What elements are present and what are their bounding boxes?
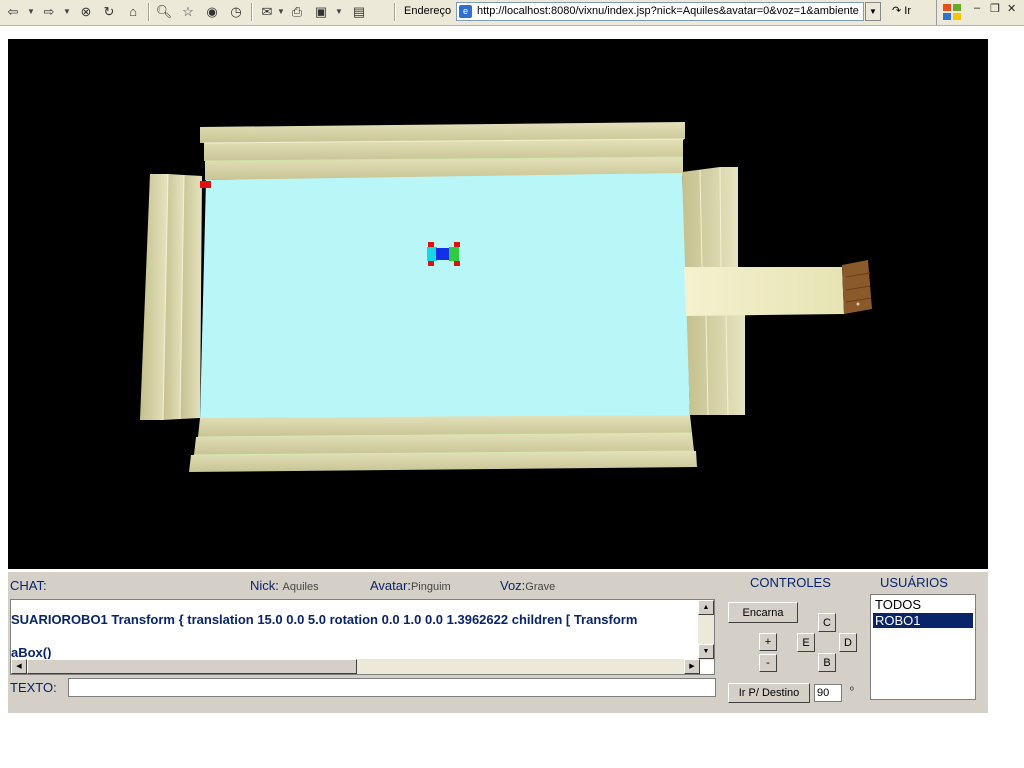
scroll-up-icon[interactable]: ▲ xyxy=(698,600,714,615)
texto-label: TEXTO: xyxy=(10,680,57,695)
back-icon[interactable]: ⇦ xyxy=(4,3,22,21)
voz-value: Grave xyxy=(525,581,556,593)
users-list[interactable]: TODOS ROBO1 xyxy=(870,594,976,700)
top-wall xyxy=(200,122,685,180)
discuss-icon[interactable]: ▤ xyxy=(350,3,368,21)
back-dropdown-icon[interactable]: ▼ xyxy=(27,3,35,21)
mail-icon[interactable]: ✉ xyxy=(258,3,276,21)
nick-label: Nick: xyxy=(250,578,279,593)
address-url[interactable]: http://localhost:8080/vixnu/index.jsp?ni… xyxy=(477,5,861,17)
go-to-destination-button[interactable]: Ir P/ Destino xyxy=(728,683,810,703)
move-left-button[interactable]: E xyxy=(797,633,815,652)
controls-label: CONTROLES xyxy=(750,575,831,590)
scene-canvas[interactable] xyxy=(8,39,988,569)
forward-icon[interactable]: ⇨ xyxy=(40,3,58,21)
favorites-icon[interactable]: ☆ xyxy=(179,3,197,21)
users-label: USUÁRIOS xyxy=(880,575,948,590)
home-icon[interactable]: ⌂ xyxy=(124,3,142,21)
page-icon: e xyxy=(459,5,472,18)
avatar-label: Avatar: xyxy=(370,578,411,593)
move-down-button[interactable]: B xyxy=(818,653,836,672)
history-icon[interactable]: ◷ xyxy=(227,3,245,21)
user-position-marker xyxy=(200,181,211,188)
refresh-icon[interactable]: ↻ xyxy=(100,3,118,21)
user-item-robo1[interactable]: ROBO1 xyxy=(873,613,973,628)
address-bar[interactable]: e http://localhost:8080/vixnu/index.jsp?… xyxy=(456,2,864,21)
texto-input[interactable] xyxy=(68,678,716,697)
degree-symbol: º xyxy=(850,686,854,697)
go-button[interactable]: ↷ Ir xyxy=(892,4,911,17)
stop-icon[interactable]: ⊗ xyxy=(77,3,95,21)
control-panel: CHAT: Nick: Aquiles Avatar:Pinguim Voz:G… xyxy=(8,572,988,713)
go-arrow-icon: ↷ xyxy=(892,5,902,17)
address-label: Endereço xyxy=(404,5,452,17)
vrml-3d-viewport[interactable] xyxy=(8,39,988,569)
toolbar-separator xyxy=(251,3,253,21)
move-up-button[interactable]: C xyxy=(818,613,836,632)
toolbar-separator xyxy=(148,3,150,21)
nick-info: Nick: Aquiles xyxy=(250,578,319,593)
media-icon[interactable]: ◉ xyxy=(203,3,221,21)
print-icon[interactable]: ⎙ xyxy=(288,3,306,21)
windows-logo-icon xyxy=(943,4,961,20)
zoom-in-button[interactable]: + xyxy=(759,633,777,651)
chat-log[interactable]: SUARIOROBO1 Transform { translation 15.0… xyxy=(10,599,715,675)
left-wall xyxy=(140,173,202,421)
browser-toolbar: ⇦ ▼ ⇨ ▼ ⊗ ↻ ⌂ 🔍︎ ☆ ◉ ◷ ✉ ▼ ⎙ ▣ ▼ ▤ Ender… xyxy=(0,0,1024,26)
edit-dropdown-icon[interactable]: ▼ xyxy=(335,3,343,21)
angle-input[interactable] xyxy=(814,684,842,702)
encarna-button[interactable]: Encarna xyxy=(728,602,798,623)
scroll-right-icon[interactable]: ▶ xyxy=(684,659,700,674)
scroll-down-icon[interactable]: ▼ xyxy=(698,644,714,659)
chat-label: CHAT: xyxy=(10,578,47,593)
scroll-thumb[interactable] xyxy=(27,659,357,674)
chat-horizontal-scrollbar[interactable]: ◀ ▶ xyxy=(11,659,700,674)
voz-info: Voz:Grave xyxy=(500,578,555,593)
scroll-left-icon[interactable]: ◀ xyxy=(11,659,27,674)
move-right-button[interactable]: D xyxy=(839,633,857,652)
bottom-wall xyxy=(189,415,697,472)
toolbar-separator xyxy=(394,3,396,21)
nick-value: Aquiles xyxy=(282,581,319,593)
chat-vertical-scrollbar[interactable]: ▲ ▼ xyxy=(698,600,714,660)
forward-dropdown-icon[interactable]: ▼ xyxy=(63,3,71,21)
wooden-door[interactable] xyxy=(842,260,872,314)
minimize-icon[interactable]: – xyxy=(974,2,980,14)
avatar-info: Avatar:Pinguim xyxy=(370,578,451,593)
chat-message: SUARIOROBO1 Transform { translation 15.0… xyxy=(11,612,638,627)
corridor-floor xyxy=(684,267,844,316)
voz-label: Voz: xyxy=(500,578,526,593)
zoom-out-button[interactable]: - xyxy=(759,654,777,672)
room-floor xyxy=(200,173,690,420)
address-dropdown-icon[interactable]: ▼ xyxy=(865,2,881,21)
avatar-value: Pinguim xyxy=(410,581,451,593)
user-item-todos[interactable]: TODOS xyxy=(873,597,973,612)
toolbar-separator xyxy=(936,0,937,25)
go-label: Ir xyxy=(904,5,912,17)
chat-message: aBox() xyxy=(11,645,52,660)
edit-icon[interactable]: ▣ xyxy=(312,3,330,21)
close-icon[interactable]: ✕ xyxy=(1007,2,1016,15)
search-icon[interactable]: 🔍︎ xyxy=(155,3,173,21)
restore-icon[interactable]: ❐ xyxy=(990,2,1000,15)
mail-dropdown-icon[interactable]: ▼ xyxy=(277,3,285,21)
